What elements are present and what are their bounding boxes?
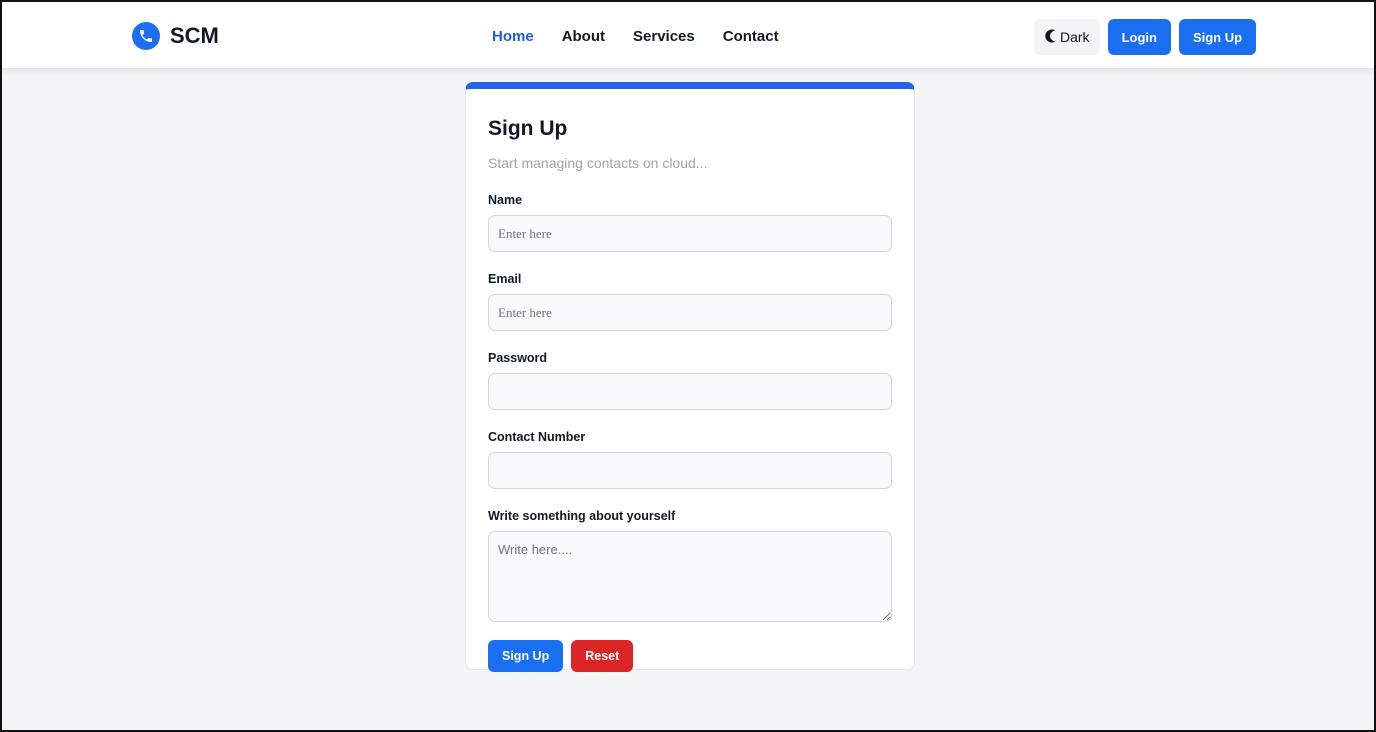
nav-actions: Dark Login Sign Up [1034,19,1257,55]
phone-icon [132,22,160,50]
brand[interactable]: SCM [132,22,219,50]
dark-mode-label: Dark [1060,29,1090,45]
password-input[interactable] [488,373,892,410]
password-label: Password [488,351,548,365]
nav-link-contact[interactable]: Contact [723,28,779,45]
signup-submit-button[interactable]: Sign Up [488,640,564,672]
navbar: SCM Home About Services Contact Dark Log… [2,2,1374,68]
form-title: Sign Up [488,117,568,140]
nav-link-services[interactable]: Services [633,28,695,45]
form-actions: Sign Up Reset [488,640,892,672]
about-textarea[interactable] [488,531,892,622]
nav-links: Home About Services Contact [492,28,779,45]
brand-name: SCM [170,23,219,48]
moon-icon [1044,29,1056,46]
email-input[interactable] [488,294,892,331]
signup-card: Sign Up Start managing contacts on cloud… [465,82,915,672]
dark-mode-toggle[interactable]: Dark [1034,19,1100,55]
name-input[interactable] [488,215,892,252]
app-frame: SCM Home About Services Contact Dark Log… [0,0,1376,732]
name-label: Name [488,193,523,207]
nav-link-about[interactable]: About [562,28,605,45]
form-subtitle: Start managing contacts on cloud... [488,155,708,171]
reset-button[interactable]: Reset [571,640,634,672]
signup-nav-button[interactable]: Sign Up [1178,19,1257,55]
about-label: Write something about yourself [488,509,676,523]
contact-number-label: Contact Number [488,430,586,444]
contact-number-input[interactable] [488,452,892,489]
email-label: Email [488,272,522,286]
login-button[interactable]: Login [1107,19,1171,55]
nav-link-home[interactable]: Home [492,28,534,45]
